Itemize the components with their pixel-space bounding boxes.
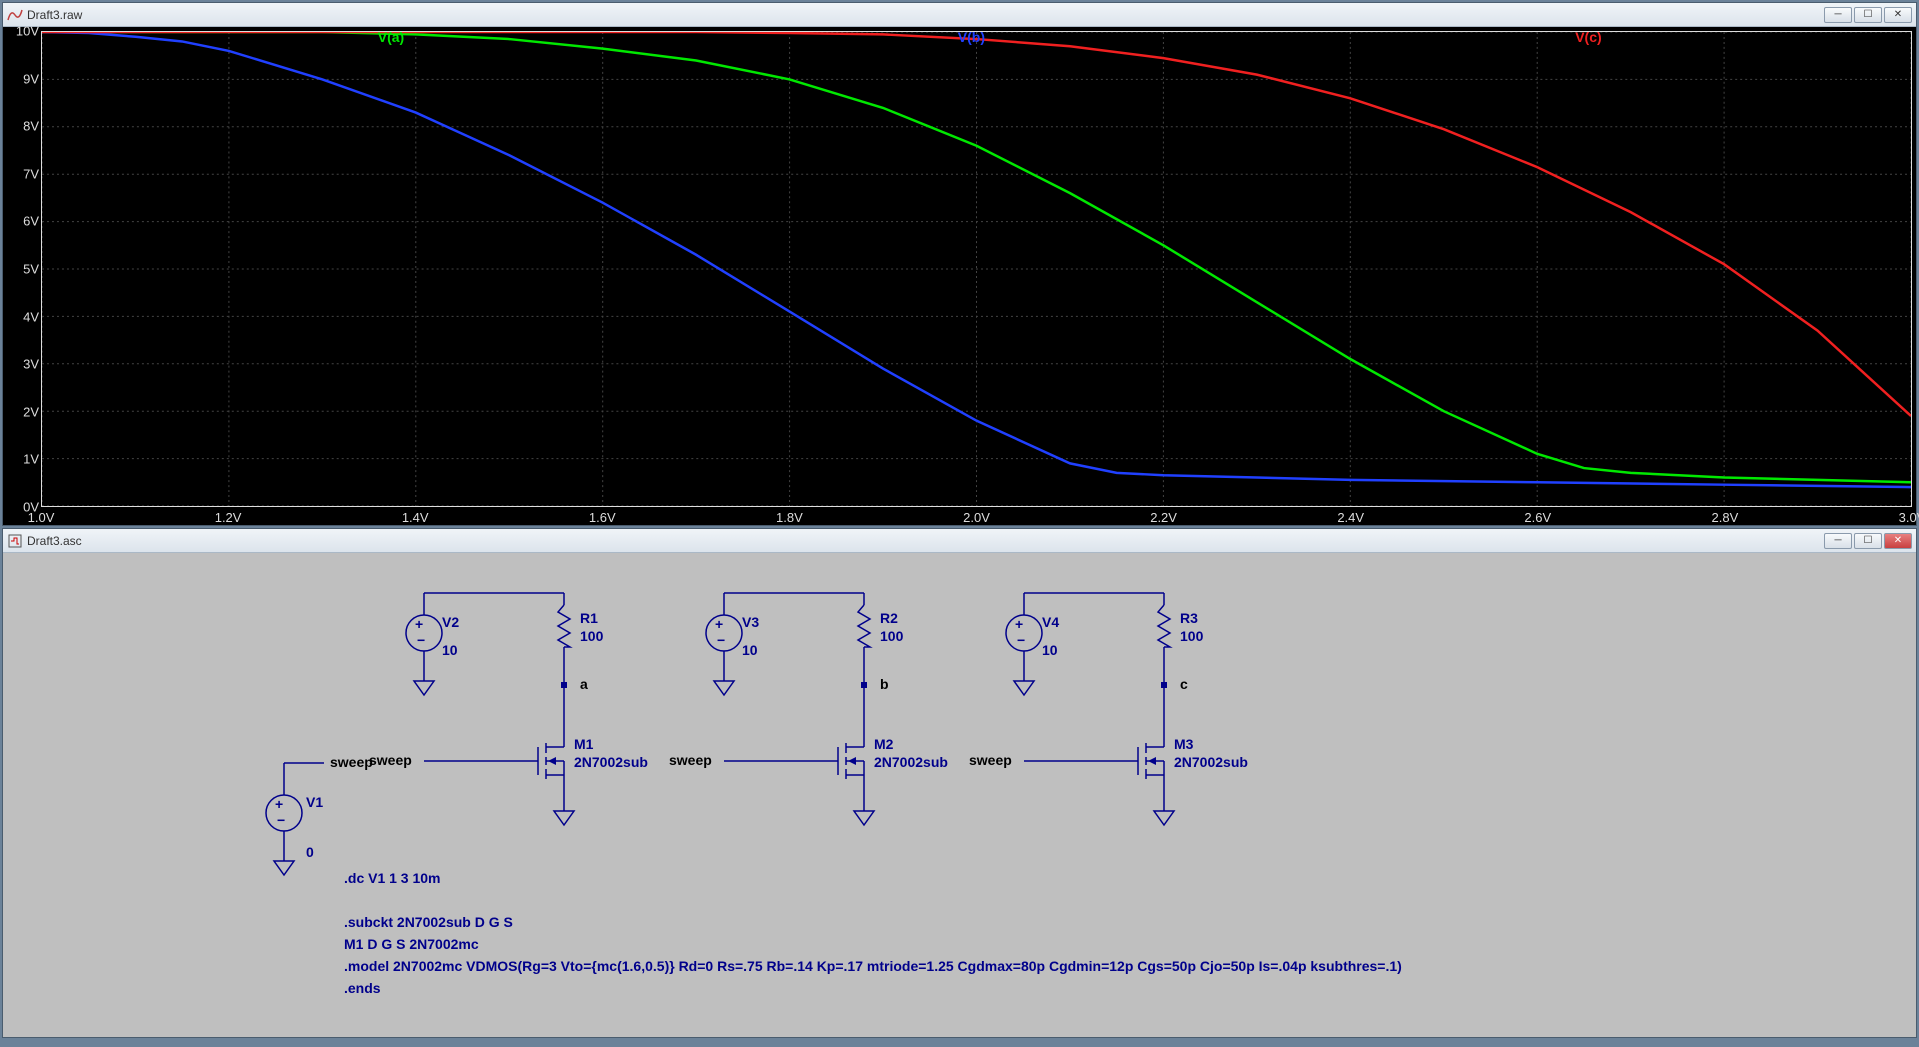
y-tick-label: 2V	[3, 404, 39, 419]
waveform-plot-area[interactable]: 0V1V2V3V4V5V6V7V8V9V10V1.0V1.2V1.4V1.6V1…	[3, 27, 1916, 525]
svg-text:2N7002sub: 2N7002sub	[1174, 754, 1248, 770]
svg-text:−: −	[277, 812, 285, 828]
waveform-app-icon	[7, 7, 23, 23]
svg-text:M1: M1	[574, 736, 594, 752]
y-tick-label: 9V	[3, 71, 39, 86]
minimize-button[interactable]: ─	[1824, 7, 1852, 23]
x-tick-label: 3.0V	[1899, 510, 1919, 525]
svg-text:R3: R3	[1180, 610, 1198, 626]
svg-text:sweep: sweep	[969, 752, 1012, 768]
schematic-svg: +−V210R1100aM12N7002subsweep+−V310R2100b…	[3, 553, 1916, 1037]
svg-text:V3: V3	[742, 614, 759, 630]
plot-svg	[42, 32, 1911, 506]
x-tick-label: 1.2V	[215, 510, 242, 525]
schematic-canvas[interactable]: +−V210R1100aM12N7002subsweep+−V310R2100b…	[3, 553, 1916, 1037]
svg-text:M1 D G S 2N7002mc: M1 D G S 2N7002mc	[344, 936, 479, 952]
schematic-app-icon	[7, 533, 23, 549]
maximize-button[interactable]: ☐	[1854, 7, 1882, 23]
y-tick-label: 7V	[3, 166, 39, 181]
svg-text:2N7002sub: 2N7002sub	[574, 754, 648, 770]
y-tick-label: 1V	[3, 452, 39, 467]
svg-text:sweep: sweep	[369, 752, 412, 768]
svg-text:V4: V4	[1042, 614, 1059, 630]
svg-text:−: −	[717, 632, 725, 648]
y-tick-label: 5V	[3, 262, 39, 277]
svg-text:V1: V1	[306, 794, 323, 810]
x-tick-label: 1.8V	[776, 510, 803, 525]
svg-text:.ends: .ends	[344, 980, 381, 996]
close-button[interactable]: ✕	[1884, 7, 1912, 23]
x-tick-label: 1.6V	[589, 510, 616, 525]
svg-text:+: +	[1015, 616, 1023, 632]
svg-text:.model 2N7002mc VDMOS(Rg=3 Vto: .model 2N7002mc VDMOS(Rg=3 Vto={mc(1.6,0…	[344, 958, 1402, 974]
maximize-button[interactable]: ☐	[1854, 533, 1882, 549]
waveform-title: Draft3.raw	[27, 8, 1822, 22]
x-tick-label: 2.8V	[1712, 510, 1739, 525]
schematic-window: Draft3.asc ─ ☐ ✕ +−V210R1100aM12N7002sub…	[2, 528, 1917, 1038]
svg-text:10: 10	[442, 642, 458, 658]
svg-text:M2: M2	[874, 736, 894, 752]
svg-text:10: 10	[1042, 642, 1058, 658]
svg-text:+: +	[715, 616, 723, 632]
svg-text:10: 10	[742, 642, 758, 658]
x-tick-label: 2.6V	[1524, 510, 1551, 525]
svg-text:R2: R2	[880, 610, 898, 626]
svg-text:sweep: sweep	[669, 752, 712, 768]
svg-text:100: 100	[1180, 628, 1204, 644]
svg-text:b: b	[880, 676, 889, 692]
svg-text:−: −	[1017, 632, 1025, 648]
svg-text:100: 100	[880, 628, 904, 644]
svg-text:a: a	[580, 676, 588, 692]
y-tick-label: 4V	[3, 309, 39, 324]
y-tick-label: 8V	[3, 119, 39, 134]
svg-text:c: c	[1180, 676, 1188, 692]
svg-text:.subckt 2N7002sub D G S: .subckt 2N7002sub D G S	[344, 914, 513, 930]
x-tick-label: 1.0V	[28, 510, 55, 525]
svg-text:M3: M3	[1174, 736, 1194, 752]
svg-text:0: 0	[306, 844, 314, 860]
close-button[interactable]: ✕	[1884, 533, 1912, 549]
plot-canvas[interactable]	[41, 31, 1912, 507]
svg-text:V2: V2	[442, 614, 459, 630]
trace-label[interactable]: V(c)	[1575, 29, 1601, 45]
svg-text:100: 100	[580, 628, 604, 644]
svg-text:−: −	[417, 632, 425, 648]
y-tick-label: 6V	[3, 214, 39, 229]
svg-text:+: +	[275, 796, 283, 812]
svg-text:.dc V1 1 3 10m: .dc V1 1 3 10m	[344, 870, 441, 886]
svg-text:R1: R1	[580, 610, 598, 626]
x-tick-label: 2.2V	[1150, 510, 1177, 525]
waveform-titlebar[interactable]: Draft3.raw ─ ☐ ✕	[3, 3, 1916, 27]
trace-label[interactable]: V(b)	[958, 29, 985, 45]
x-tick-label: 2.4V	[1337, 510, 1364, 525]
y-tick-label: 3V	[3, 357, 39, 372]
x-tick-label: 1.4V	[402, 510, 429, 525]
svg-text:+: +	[415, 616, 423, 632]
schematic-titlebar[interactable]: Draft3.asc ─ ☐ ✕	[3, 529, 1916, 553]
waveform-window: Draft3.raw ─ ☐ ✕ 0V1V2V3V4V5V6V7V8V9V10V…	[2, 2, 1917, 526]
svg-text:2N7002sub: 2N7002sub	[874, 754, 948, 770]
trace-label[interactable]: V(a)	[378, 29, 404, 45]
minimize-button[interactable]: ─	[1824, 533, 1852, 549]
svg-text:sweep: sweep	[330, 754, 373, 770]
y-tick-label: 10V	[3, 24, 39, 39]
schematic-title: Draft3.asc	[27, 534, 1822, 548]
x-tick-label: 2.0V	[963, 510, 990, 525]
